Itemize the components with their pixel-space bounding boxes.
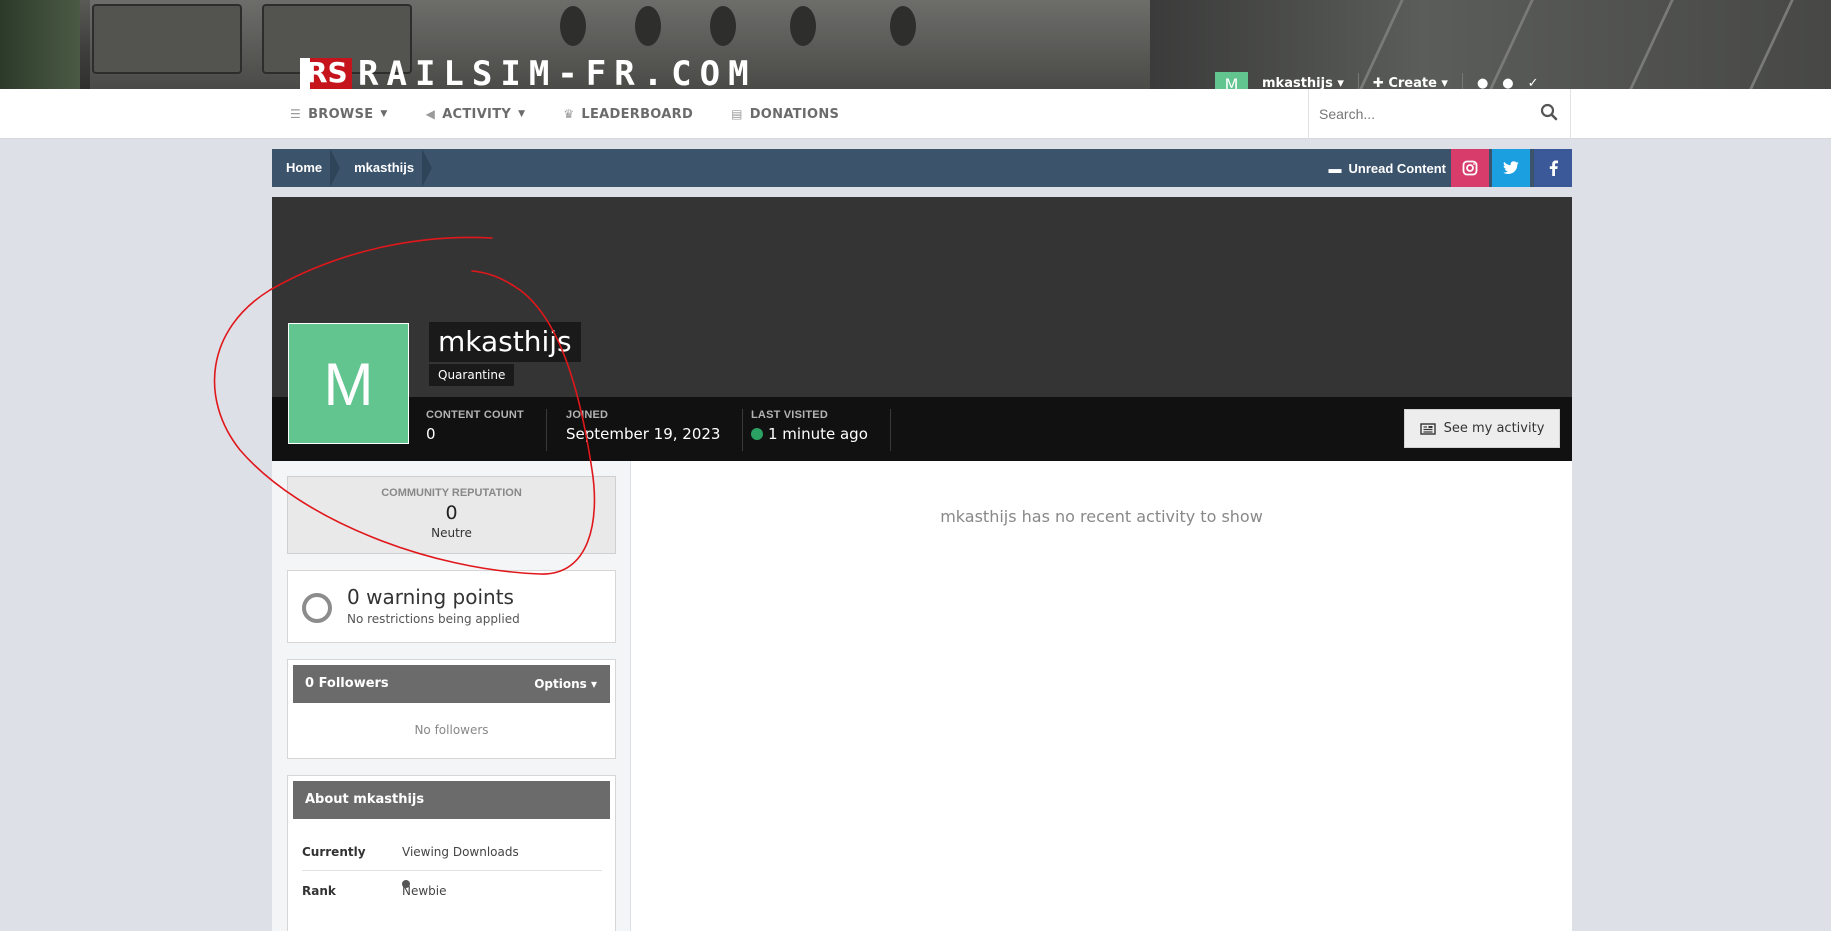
warning-title: 0 warning points xyxy=(347,585,514,609)
caret-down-icon: ▾ xyxy=(590,677,597,691)
stat-value: 1 minute ago xyxy=(751,425,868,443)
stat-label: CONTENT COUNT xyxy=(426,409,524,421)
profile-username: mkasthijs xyxy=(429,322,581,362)
profile-avatar[interactable]: M xyxy=(288,323,409,444)
search-box xyxy=(1308,89,1571,139)
nav-label: ACTIVITY xyxy=(442,106,512,122)
search-icon[interactable] xyxy=(1540,103,1558,121)
facebook-icon xyxy=(1549,160,1558,176)
train-porthole xyxy=(710,6,736,46)
community-reputation: COMMUNITY REPUTATION 0 Neutre xyxy=(287,476,616,554)
caret-down-icon: ▼ xyxy=(380,109,388,119)
warning-subtitle: No restrictions being applied xyxy=(347,612,520,626)
train-porthole xyxy=(560,6,586,46)
about-value: Viewing Downloads xyxy=(402,845,519,859)
warning-ring-icon xyxy=(302,593,332,623)
followers-title: 0 Followers xyxy=(305,676,389,691)
user-name: mkasthijs xyxy=(1262,75,1333,90)
train-window xyxy=(92,4,242,74)
create-menu[interactable]: ✚ Create ▾ xyxy=(1373,76,1448,90)
divider xyxy=(1357,73,1359,89)
nav-label: BROWSE xyxy=(308,106,374,122)
nav-label: DONATIONS xyxy=(749,106,840,122)
banner-foliage xyxy=(0,0,80,89)
user-bar: M mkasthijs ▾ ✚ Create ▾ ● ● ✓ xyxy=(1215,72,1539,89)
last-visited-value: 1 minute ago xyxy=(768,425,868,443)
user-avatar[interactable]: M xyxy=(1215,72,1248,89)
stat-last-visited: LAST VISITED 1 minute ago xyxy=(751,409,891,451)
user-menu[interactable]: mkasthijs ▾ xyxy=(1262,76,1344,90)
train-porthole xyxy=(790,6,816,46)
nav-activity[interactable]: ◀ ACTIVITY ▼ xyxy=(426,107,526,122)
create-label: Create xyxy=(1388,75,1437,90)
breadcrumb: Home mkasthijs ▬ Unread Content xyxy=(272,149,1572,187)
options-label: Options xyxy=(534,677,587,691)
see-my-activity-button[interactable]: See my activity xyxy=(1404,409,1560,448)
about-header: About mkasthijs xyxy=(293,781,610,819)
instagram-icon xyxy=(1462,160,1478,176)
joined-value: September 19, 2023 xyxy=(566,425,721,443)
content-count-value: 0 xyxy=(426,425,436,443)
document-icon: ▤ xyxy=(731,107,743,121)
logo-mark: RS xyxy=(300,58,352,89)
globe-icon[interactable]: ● xyxy=(1477,76,1488,90)
nav-leaderboard[interactable]: ♛ LEADERBOARD xyxy=(563,107,693,122)
about-key: Rank xyxy=(302,884,336,898)
stat-value: 0 xyxy=(426,425,524,443)
unread-content-link[interactable]: ▬ Unread Content xyxy=(1329,149,1447,187)
nav-browse[interactable]: ☰ BROWSE ▼ xyxy=(290,107,388,122)
about-key: Currently xyxy=(302,845,366,859)
instagram-button[interactable] xyxy=(1451,149,1489,187)
breadcrumb-home[interactable]: Home xyxy=(272,149,341,187)
brush-icon[interactable]: ✓ xyxy=(1528,76,1539,90)
no-followers-text: No followers xyxy=(414,723,489,737)
divider xyxy=(1461,73,1463,89)
rail-line xyxy=(1749,0,1794,89)
reputation-value: 0 xyxy=(445,502,458,524)
stat-value: September 19, 2023 xyxy=(566,425,720,443)
nav-label: LEADERBOARD xyxy=(581,106,694,122)
rail-line xyxy=(1629,0,1674,89)
breadcrumb-profile[interactable]: mkasthijs xyxy=(340,149,433,187)
online-status-icon xyxy=(751,428,763,440)
main-navigation: ☰ BROWSE ▼ ◀ ACTIVITY ▼ ♛ LEADERBOARD ▤ … xyxy=(0,89,1831,139)
followers-box: 0 Followers Options ▾ No followers xyxy=(287,659,616,759)
search-input[interactable] xyxy=(1319,106,1534,122)
empty-activity-message: mkasthijs has no recent activity to show xyxy=(940,507,1263,526)
activity-feed: mkasthijs has no recent activity to show xyxy=(631,461,1572,931)
stat-label: LAST VISITED xyxy=(751,409,828,421)
twitter-icon xyxy=(1503,161,1519,174)
site-header-banner: RS RAILSIM-FR.COM M mkasthijs ▾ ✚ Create… xyxy=(0,0,1831,89)
rank-pip-icon xyxy=(402,880,410,888)
followers-header: 0 Followers Options ▾ xyxy=(293,665,610,703)
about-box: About mkasthijs Currently Viewing Downlo… xyxy=(287,775,616,931)
warning-points: 0 warning points No restrictions being a… xyxy=(287,570,616,643)
see-activity-label: See my activity xyxy=(1443,421,1545,436)
train-porthole xyxy=(635,6,661,46)
list-icon: ☰ xyxy=(290,107,302,121)
stat-content-count: CONTENT COUNT 0 xyxy=(426,409,547,451)
unread-label: Unread Content xyxy=(1348,160,1447,176)
chat-bubble-icon[interactable]: ● xyxy=(1502,76,1513,90)
nav-items: ☰ BROWSE ▼ ◀ ACTIVITY ▼ ♛ LEADERBOARD ▤ … xyxy=(290,89,839,139)
profile-group: Quarantine xyxy=(429,364,515,386)
newspaper-icon xyxy=(1419,422,1436,435)
train-porthole xyxy=(890,6,916,46)
twitter-button[interactable] xyxy=(1492,149,1530,187)
caret-down-icon: ▼ xyxy=(518,109,526,119)
followers-options-button[interactable]: Options ▾ xyxy=(534,665,597,703)
facebook-button[interactable] xyxy=(1534,149,1572,187)
megaphone-icon: ◀ xyxy=(425,107,436,121)
stat-joined: JOINED September 19, 2023 xyxy=(566,409,744,451)
nav-donations[interactable]: ▤ DONATIONS xyxy=(731,107,839,122)
trophy-icon: ♛ xyxy=(563,107,575,121)
folder-open-icon: ▬ xyxy=(1328,160,1342,176)
logo-text: RAILSIM-FR.COM xyxy=(358,54,757,89)
reputation-label: Neutre xyxy=(431,526,472,540)
reputation-title: COMMUNITY REPUTATION xyxy=(381,487,522,499)
about-row-currently: Currently Viewing Downloads xyxy=(302,845,602,871)
stat-label: JOINED xyxy=(566,409,609,421)
site-logo[interactable]: RS RAILSIM-FR.COM xyxy=(300,54,757,89)
